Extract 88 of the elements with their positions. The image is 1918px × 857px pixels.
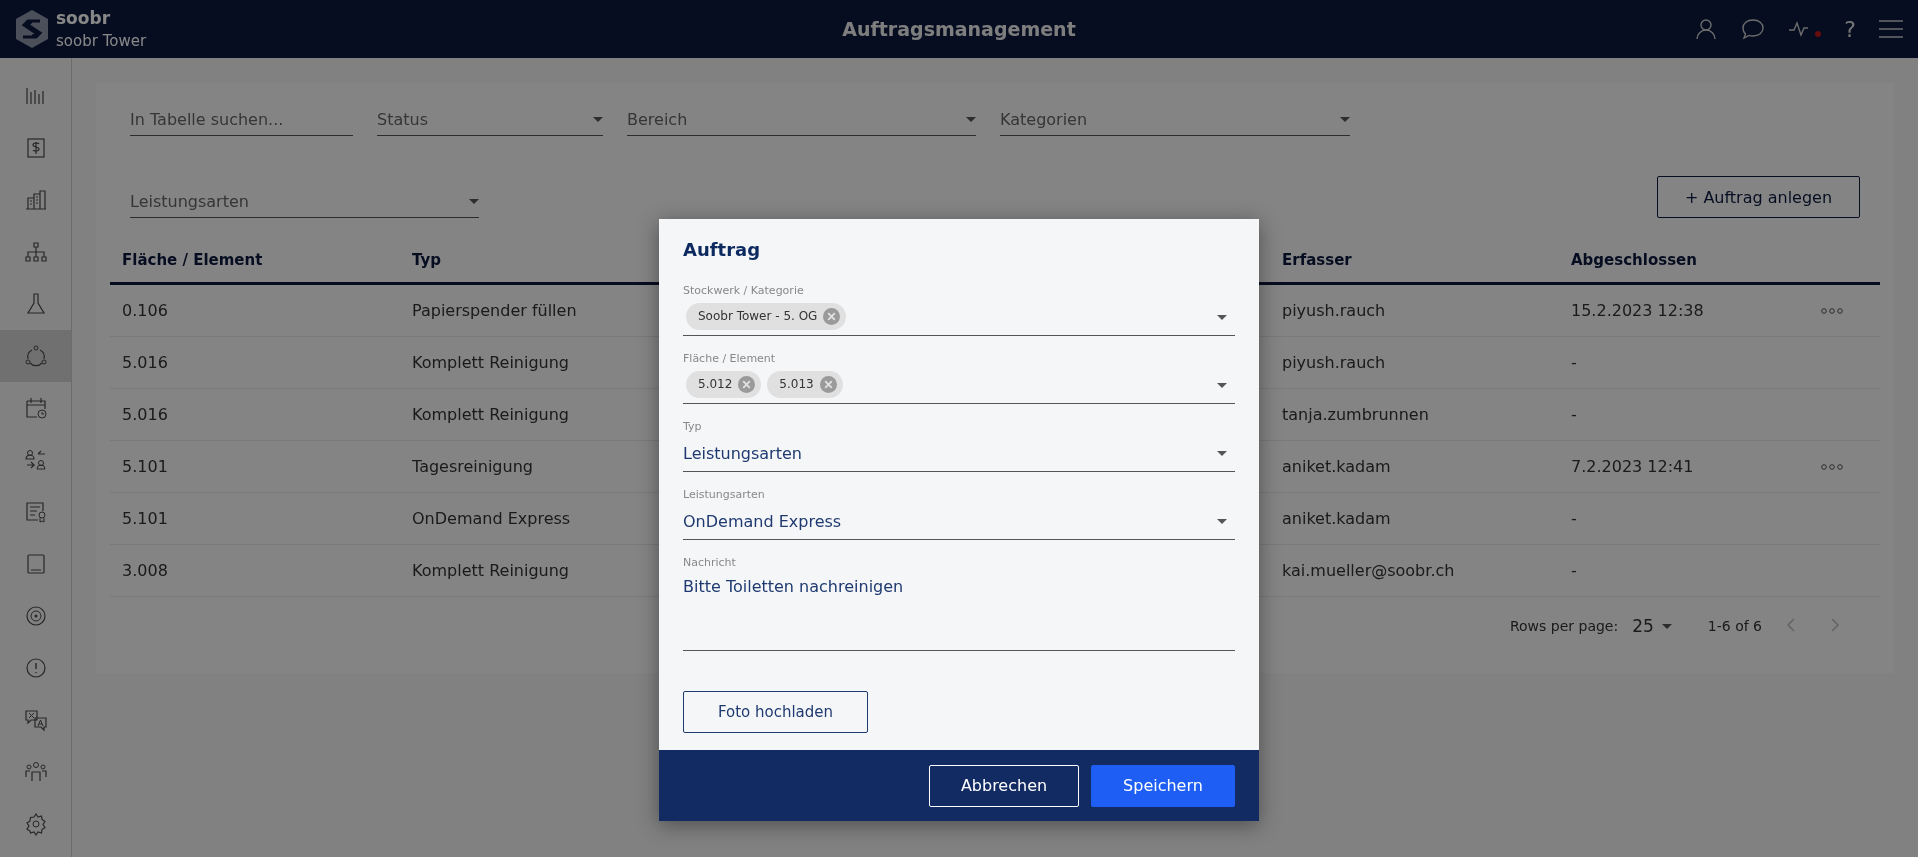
select-field[interactable]: OnDemand Express [683, 503, 1235, 540]
filter-dropdown[interactable]: Kategorien [1000, 103, 1350, 136]
table-cell: Tagesreinigung [412, 457, 533, 476]
caret-icon [1661, 623, 1672, 629]
chevron-right-icon [1830, 617, 1840, 632]
table-cell: 5.016 [122, 353, 168, 372]
chip: 5.013 [767, 370, 843, 398]
caret-icon [1217, 450, 1227, 456]
table-cell: 7.2.2023 12:41 [1571, 457, 1694, 476]
table-cell: aniket.kadam [1282, 457, 1391, 476]
caret-icon [469, 198, 479, 204]
table-cell: aniket.kadam [1282, 509, 1391, 528]
filter-dropdown[interactable]: Leistungsarten [130, 185, 479, 218]
column-header[interactable]: Fläche / Element [122, 251, 412, 269]
table-cell: 5.101 [122, 509, 168, 528]
field-label: Typ [683, 420, 703, 433]
table-cell: 15.2.2023 12:38 [1571, 301, 1704, 320]
alert-icon [23, 656, 48, 680]
table-cell: 3.008 [122, 561, 168, 580]
app-name: soobr [56, 8, 112, 28]
caret-icon [1217, 518, 1227, 524]
table-cell: piyush.rauch [1282, 301, 1386, 320]
target-icon [23, 604, 48, 628]
page-title: Auftragsmanagement [842, 18, 1076, 40]
column-header[interactable]: Erfasser [1282, 251, 1571, 269]
table-cell: OnDemand Express [412, 509, 571, 528]
table-cell: - [1571, 509, 1577, 528]
user-icon[interactable] [1694, 17, 1719, 41]
remove-chip-icon[interactable] [738, 375, 756, 393]
site-name: soobr Tower [56, 32, 147, 50]
caret-icon [1217, 382, 1227, 388]
table-cell: kai.mueller@soobr.ch [1282, 561, 1455, 580]
menu-icon[interactable] [1878, 19, 1904, 39]
table-cell: 0.106 [122, 301, 168, 320]
table-cell: Komplett Reinigung [412, 561, 569, 580]
more-icon[interactable] [1820, 306, 1844, 315]
sidebar-item[interactable] [0, 330, 71, 382]
multi-select-field[interactable]: 5.012 5.013 [683, 367, 1235, 404]
team-icon [23, 760, 48, 784]
filter-dropdown[interactable]: Status [377, 103, 603, 136]
calendar-clock-icon [23, 396, 48, 420]
save-button[interactable]: Speichern [1091, 764, 1235, 807]
table-cell: - [1571, 561, 1577, 580]
page-range: 1-6 of 6 [1707, 618, 1762, 634]
user-swap-icon [23, 448, 48, 472]
logo-icon [14, 9, 50, 49]
table-cell: 5.101 [122, 457, 168, 476]
cycle-icon [23, 344, 48, 368]
buildings-icon [23, 188, 48, 212]
cancel-button[interactable]: Abbrechen [929, 764, 1079, 807]
caret-icon [966, 116, 976, 122]
table-cell: Komplett Reinigung [412, 405, 569, 424]
table-cell: Papierspender füllen [412, 301, 577, 320]
remove-chip-icon[interactable] [823, 307, 841, 325]
caret-icon [593, 116, 603, 122]
caret-icon [1217, 314, 1227, 320]
rows-per-page-label: Rows per page: [1509, 618, 1619, 634]
dialog-title: Auftrag [683, 239, 762, 260]
field-label: Fläche / Element [683, 352, 777, 365]
field-label: Stockwerk / Kategorie [683, 284, 805, 297]
create-order-button[interactable]: + Auftrag anlegen [1657, 176, 1860, 218]
upload-photo-button[interactable]: Foto hochladen [683, 691, 868, 733]
field-label: Leistungsarten [683, 488, 766, 501]
chevron-left-icon [1786, 617, 1796, 632]
filter-dropdown[interactable]: Bereich [627, 103, 976, 136]
search-field[interactable]: In Tabelle suchen... [130, 104, 353, 136]
select-field[interactable]: Leistungsarten [683, 435, 1235, 472]
multi-select-field[interactable]: Soobr Tower - 5. OG [683, 299, 1235, 336]
table-cell: tanja.zumbrunnen [1282, 405, 1429, 424]
table-cell: Komplett Reinigung [412, 353, 569, 372]
field-label: Nachricht [683, 556, 737, 569]
caret-icon [1340, 116, 1350, 122]
chip: 5.012 [686, 370, 762, 398]
more-icon[interactable] [1820, 462, 1844, 471]
table-cell: piyush.rauch [1282, 353, 1386, 372]
chip: Soobr Tower - 5. OG [686, 302, 847, 330]
translate-icon [23, 708, 48, 732]
table-cell: - [1571, 405, 1577, 424]
remove-chip-icon[interactable] [819, 375, 837, 393]
message-field[interactable]: Bitte Toiletten nachreinigen [683, 571, 1235, 651]
table-cell: 5.016 [122, 405, 168, 424]
help-icon[interactable]: ? [1844, 16, 1856, 42]
rows-per-page-select[interactable]: 25 [1632, 616, 1672, 636]
certificate-icon [23, 500, 48, 524]
column-header[interactable]: Abgeschlossen [1571, 251, 1820, 269]
chat-icon[interactable] [1740, 17, 1767, 41]
table-cell: - [1571, 353, 1577, 372]
hierarchy-icon [23, 240, 48, 264]
